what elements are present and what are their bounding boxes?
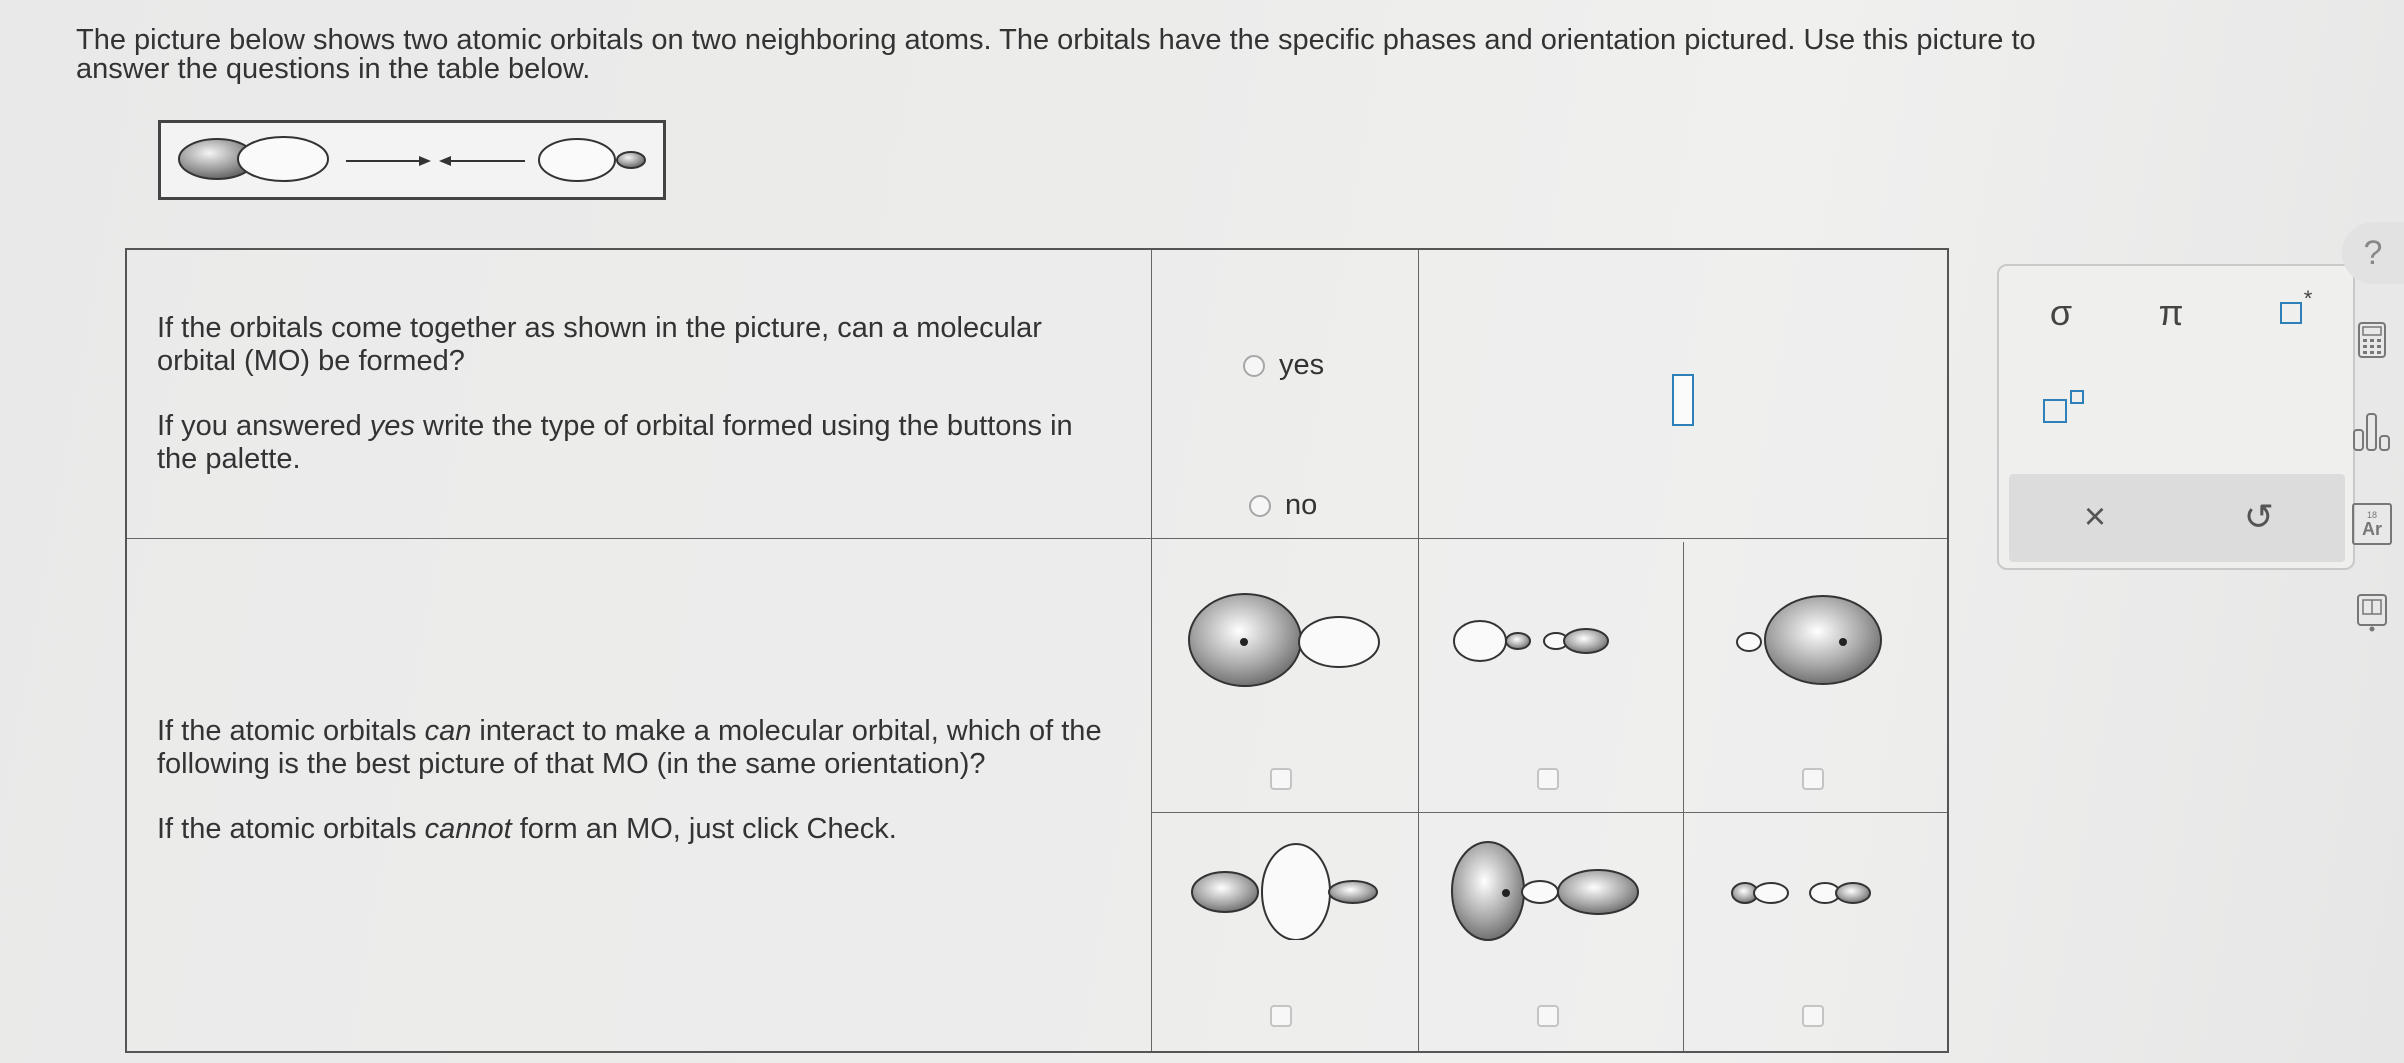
intro-line-2: answer the questions in the table below. (76, 53, 591, 85)
radio-yes[interactable]: yes (1243, 349, 1324, 382)
bar-chart-icon (2353, 413, 2390, 451)
text-span: If you answered (157, 410, 370, 442)
question-1-text: If the orbitals come together as shown i… (157, 312, 1117, 476)
mo-option-3 (1736, 595, 1882, 685)
question-1-para-1: If the orbitals come together as shown i… (157, 312, 1042, 377)
mo-option-4-checkbox[interactable] (1270, 1005, 1292, 1027)
radio-no-label: no (1285, 489, 1318, 521)
star-superscript: * (2303, 286, 2313, 311)
symbol-palette: σ π * × ↺ (1997, 264, 2355, 570)
question-1-para-2: If you answered yes write the type of or… (157, 410, 1117, 476)
question-2-para-1: If the atomic orbitals can interact to m… (157, 715, 1117, 781)
data-chart-button[interactable] (2350, 410, 2394, 454)
radio-circle[interactable] (1243, 354, 1265, 377)
help-button[interactable]: ? (2342, 222, 2404, 284)
radio-circle[interactable] (1249, 494, 1271, 517)
text-span: form an MO, just click Check. (511, 813, 897, 845)
radio-yes-label: yes (1279, 349, 1325, 381)
question-2-text: If the atomic orbitals can interact to m… (157, 715, 1117, 846)
radio-no[interactable]: no (1249, 489, 1317, 522)
orbital-diagram-svg (178, 136, 646, 182)
divider (1151, 812, 1947, 813)
reference-button[interactable] (2354, 592, 2390, 634)
undo-button[interactable]: ↺ (2229, 492, 2289, 542)
placeholder-box-icon (2279, 302, 2302, 324)
divider (1418, 250, 1419, 1051)
emphasis-yes: yes (369, 410, 415, 442)
mo-option-1 (1188, 593, 1380, 687)
right-orbital-white-lobe (538, 138, 616, 182)
orbital-diagram (158, 120, 666, 200)
intro-text: The picture below shows two atomic orbit… (76, 26, 2276, 84)
palette-action-bar: × ↺ (2009, 474, 2345, 562)
mo-option-2 (1453, 620, 1609, 662)
periodic-table-button[interactable]: 18 Ar (2352, 503, 2392, 545)
help-icon: ? (2363, 233, 2383, 272)
left-orbital-white-lobe (237, 136, 329, 182)
arrow-right-head (419, 156, 431, 166)
mo-option-1-checkbox[interactable] (1270, 768, 1292, 790)
question-table: If the orbitals come together as shown i… (125, 248, 1949, 1053)
question-2-para-2: If the atomic orbitals cannot form an MO… (157, 813, 1117, 846)
emphasis-can: can (424, 715, 472, 747)
periodic-table-icon: Ar (2361, 518, 2382, 539)
mo-option-6-checkbox[interactable] (1802, 1005, 1824, 1027)
reference-book-icon (2357, 594, 2387, 632)
superscript-button[interactable] (2033, 386, 2093, 436)
divider (1151, 250, 1152, 1051)
sigma-symbol: σ (2049, 292, 2073, 333)
divider (127, 538, 1947, 539)
pi-symbol: π (2158, 292, 2184, 333)
text-span: If the atomic orbitals (157, 715, 425, 747)
mo-option-6 (1731, 882, 1871, 904)
text-span: If the atomic orbitals (157, 813, 425, 845)
clear-button[interactable]: × (2065, 492, 2125, 542)
mo-option-3-checkbox[interactable] (1802, 768, 1824, 790)
antibonding-star-button[interactable]: * (2261, 286, 2331, 338)
emphasis-cannot: cannot (424, 813, 512, 845)
answer-input[interactable] (1672, 374, 1694, 426)
superscript-base-icon (2042, 399, 2067, 423)
undo-icon: ↺ (2243, 496, 2275, 537)
right-orbital-shaded-lobe (616, 151, 646, 169)
pi-button[interactable]: π (2141, 288, 2201, 338)
superscript-exponent-icon (2069, 390, 2084, 404)
mo-option-4 (1191, 843, 1378, 940)
arrow-left-head (439, 156, 451, 166)
calculator-button[interactable] (2354, 319, 2390, 361)
close-icon: × (2083, 495, 2107, 538)
intro-line-1: The picture below shows two atomic orbit… (76, 24, 2036, 56)
divider (1683, 542, 1684, 1051)
mo-option-2-checkbox[interactable] (1537, 768, 1559, 790)
calculator-icon (2358, 322, 2386, 358)
sigma-button[interactable]: σ (2031, 288, 2091, 338)
mo-option-5 (1451, 841, 1639, 941)
mo-option-5-checkbox[interactable] (1537, 1005, 1559, 1027)
